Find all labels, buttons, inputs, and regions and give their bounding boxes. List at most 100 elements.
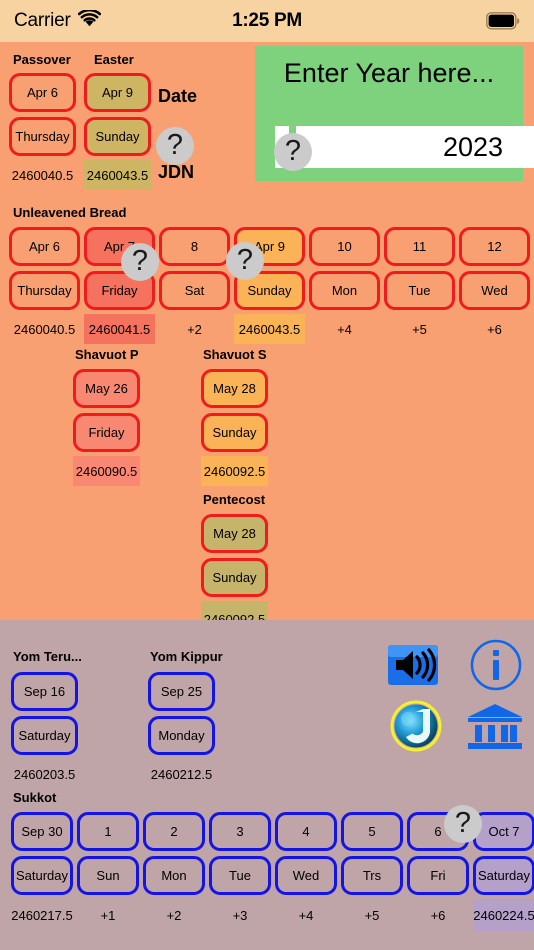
globe-j-icon[interactable] (390, 700, 442, 752)
yom-kippur-header: Yom Kippur (150, 649, 223, 664)
unleavened-bread-jdn: 2460043.5 (234, 314, 305, 344)
yom-kippur-jdn: 2460212.5 (150, 766, 213, 782)
sukkot-weekday-cell[interactable]: Tue (209, 856, 271, 895)
status-bar-time: 1:25 PM (232, 10, 302, 31)
passover-header: Passover (13, 52, 71, 67)
sukkot-weekday-cell[interactable]: Trs (341, 856, 403, 895)
sukkot-date-cell[interactable]: Sep 30 (11, 812, 73, 851)
sukkot-column: 4 Wed +4 (275, 812, 337, 931)
unleavened-bread-column: 11 Tue +5 (384, 227, 455, 344)
sukkot-jdn: 2460224.5 (473, 899, 534, 931)
unleavened-bread-weekday-cell[interactable]: Wed (459, 271, 530, 310)
sukkot-jdn: +1 (100, 907, 116, 923)
shavuot-p-header: Shavuot P (75, 347, 139, 362)
shavuot-p-date-cell[interactable]: May 26 (73, 369, 140, 408)
info-icon[interactable] (470, 639, 522, 691)
jdn-help-icon[interactable]: ? (156, 127, 194, 165)
unleavened-bread-date-cell[interactable]: Apr 6 (9, 227, 80, 266)
unleavened-bread-jdn: +2 (187, 321, 202, 337)
yom-kippur-weekday-cell[interactable]: Monday (148, 716, 215, 755)
unleavened-bread-weekday-cell[interactable]: Thursday (9, 271, 80, 310)
sukkot-weekday-cell[interactable]: Wed (275, 856, 337, 895)
year-entry-title: Enter Year here... (283, 58, 495, 88)
easter-date-cell[interactable]: Apr 9 (84, 73, 151, 112)
sukkot-weekday-cell[interactable]: Saturday (473, 856, 534, 895)
unleavened-bread-date-cell[interactable]: 10 (309, 227, 380, 266)
unleavened-bread-jdn: 2460041.5 (84, 314, 155, 344)
unleavened-bread-weekday-cell[interactable]: Mon (309, 271, 380, 310)
sukkot-jdn: +5 (364, 907, 380, 923)
status-bar: Carrier 1:25 PM (0, 0, 534, 42)
festival-panel-lunar: Yom Teru... Sep 16 Saturday 2460203.5 Yo… (0, 620, 534, 950)
sukkot-date-cell[interactable]: 2 (143, 812, 205, 851)
passover-column: Apr 6 Thursday 2460040.5 (9, 73, 76, 190)
unleavened-bread-help-icon-2[interactable]: ? (226, 242, 264, 280)
sukkot-help-icon[interactable]: ? (444, 805, 482, 843)
unleavened-bread-column: 8 Sat +2 (159, 227, 230, 344)
festival-panel-solar: Enter Year here... < > ? Passover Easter… (0, 42, 534, 637)
unleavened-bread-column: 12 Wed +6 (459, 227, 530, 344)
unleavened-bread-date-cell[interactable]: 11 (384, 227, 455, 266)
passover-date-cell[interactable]: Apr 6 (9, 73, 76, 112)
unleavened-bread-jdn: +4 (337, 321, 352, 337)
sukkot-weekday-cell[interactable]: Saturday (11, 856, 73, 895)
sukkot-column: 5 Trs +5 (341, 812, 403, 931)
unleavened-bread-header: Unleavened Bread (13, 205, 127, 220)
bank-icon[interactable] (466, 702, 524, 750)
unleavened-bread-jdn: +5 (412, 321, 427, 337)
sukkot-date-cell[interactable]: 4 (275, 812, 337, 851)
yom-teruah-weekday-cell[interactable]: Saturday (11, 716, 78, 755)
yom-teruah-jdn: 2460203.5 (13, 766, 76, 782)
unleavened-bread-help-icon-1[interactable]: ? (121, 243, 159, 281)
passover-weekday-cell[interactable]: Thursday (9, 117, 76, 156)
shavuot-s-header: Shavuot S (203, 347, 267, 362)
unleavened-bread-column: Apr 6 Thursday 2460040.5 (9, 227, 80, 344)
jdn-row-label: JDN (158, 162, 195, 182)
sukkot-date-cell[interactable]: Oct 7 (473, 812, 534, 851)
shavuot-s-weekday-cell[interactable]: Sunday (201, 413, 268, 452)
year-help-icon[interactable]: ? (274, 133, 312, 171)
yom-kippur-column: Sep 25 Monday 2460212.5 (148, 672, 215, 789)
shavuot-p-jdn: 2460090.5 (73, 456, 140, 486)
unleavened-bread-date-cell[interactable]: 8 (159, 227, 230, 266)
unleavened-bread-jdn: +6 (487, 321, 502, 337)
sukkot-header: Sukkot (13, 790, 57, 805)
sukkot-jdn: +4 (298, 907, 314, 923)
easter-column: Apr 9 Sunday 2460043.5 (84, 73, 151, 190)
sukkot-weekday-cell[interactable]: Fri (407, 856, 469, 895)
easter-jdn: 2460043.5 (84, 160, 151, 190)
sukkot-weekday-cell[interactable]: Mon (143, 856, 205, 895)
easter-weekday-cell[interactable]: Sunday (84, 117, 151, 156)
sukkot-column: 3 Tue +3 (209, 812, 271, 931)
sukkot-column: Oct 7 Saturday 2460224.5 (473, 812, 534, 931)
pentecost-date-cell[interactable]: May 28 (201, 514, 268, 553)
sukkot-jdn: 2460217.5 (11, 907, 73, 923)
unleavened-bread-date-cell[interactable]: 12 (459, 227, 530, 266)
sukkot-jdn: +3 (232, 907, 248, 923)
sukkot-column: Sep 30 Saturday 2460217.5 (11, 812, 73, 931)
unleavened-bread-jdn: 2460040.5 (13, 321, 76, 337)
sukkot-weekday-cell[interactable]: Sun (77, 856, 139, 895)
shavuot-s-column: May 28 Sunday 2460092.5 (201, 369, 268, 486)
sukkot-date-cell[interactable]: 5 (341, 812, 403, 851)
yom-teruah-date-cell[interactable]: Sep 16 (11, 672, 78, 711)
sukkot-jdn: +6 (430, 907, 446, 923)
sukkot-date-cell[interactable]: 3 (209, 812, 271, 851)
sukkot-column: 1 Sun +1 (77, 812, 139, 931)
shavuot-s-date-cell[interactable]: May 28 (201, 369, 268, 408)
yom-kippur-date-cell[interactable]: Sep 25 (148, 672, 215, 711)
pentecost-header: Pentecost (203, 492, 266, 507)
sukkot-column: 2 Mon +2 (143, 812, 205, 931)
year-input[interactable] (296, 126, 534, 168)
yom-teruah-header: Yom Teru... (13, 649, 82, 664)
shavuot-p-column: May 26 Friday 2460090.5 (73, 369, 140, 486)
sukkot-date-cell[interactable]: 1 (77, 812, 139, 851)
yom-teruah-column: Sep 16 Saturday 2460203.5 (11, 672, 78, 789)
pentecost-column: May 28 Sunday 2460092.5 (201, 514, 268, 637)
unleavened-bread-weekday-cell[interactable]: Tue (384, 271, 455, 310)
unleavened-bread-weekday-cell[interactable]: Sat (159, 271, 230, 310)
shavuot-s-jdn: 2460092.5 (201, 456, 268, 486)
shavuot-p-weekday-cell[interactable]: Friday (73, 413, 140, 452)
speaker-icon[interactable] (388, 645, 444, 685)
pentecost-weekday-cell[interactable]: Sunday (201, 558, 268, 597)
